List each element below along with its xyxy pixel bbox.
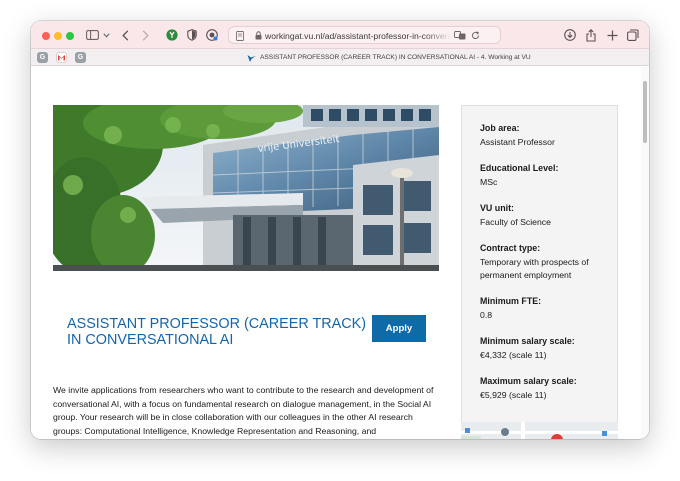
job-title: ASSISTANT PROFESSOR (CAREER TRACK) IN CO… [67, 316, 367, 348]
minimum-fte-label: Minimum FTE: [480, 296, 542, 306]
address-bar[interactable]: workingat.vu.nl/ad/assistant-professor-i… [228, 26, 501, 44]
reload-icon[interactable] [469, 29, 481, 42]
tab-bar: G G ASSISTANT PROFESSOR (CAREER TRACK) I… [31, 49, 649, 66]
back-arrow-icon[interactable] [119, 27, 131, 43]
sidebar-toggle-icon[interactable] [85, 27, 99, 43]
browser-window: workingat.vu.nl/ad/assistant-professor-i… [31, 21, 649, 439]
share-icon[interactable] [584, 27, 598, 43]
minimum-salary-value: €4,332 (scale 11) [480, 350, 547, 360]
privacy-report-icon[interactable] [205, 27, 219, 43]
close-window-button[interactable] [42, 32, 50, 40]
minimize-window-button[interactable] [54, 32, 62, 40]
new-tab-plus-icon[interactable] [605, 27, 619, 43]
education-level-label: Educational Level: [480, 163, 559, 173]
contract-type-label: Contract type: [480, 243, 541, 253]
contract-type-value: Temporary with prospects of permanent em… [480, 257, 589, 280]
vu-griffin-icon [247, 54, 256, 62]
job-area-label: Job area: [480, 123, 520, 133]
tab-overview-icon[interactable] [626, 27, 640, 43]
scrollbar[interactable] [641, 67, 649, 439]
vu-unit-value: Faculty of Science [480, 217, 551, 227]
job-intro-text: We invite applications from researchers … [53, 385, 434, 436]
location-map[interactable] [461, 422, 618, 439]
extension-icon[interactable] [165, 27, 179, 43]
pinned-tab-google[interactable]: G [37, 52, 48, 63]
hero-image: vrije Universiteit [53, 105, 439, 271]
tab-title: ASSISTANT PROFESSOR (CAREER TRACK) IN CO… [260, 54, 531, 61]
translate-icon[interactable] [453, 29, 467, 42]
browser-toolbar: workingat.vu.nl/ad/assistant-professor-i… [31, 21, 649, 49]
chevron-down-icon[interactable] [101, 27, 111, 43]
maximum-salary-value: €5,929 (scale 11) [480, 390, 547, 400]
active-tab[interactable]: ASSISTANT PROFESSOR (CAREER TRACK) IN CO… [247, 53, 531, 63]
shield-icon[interactable] [185, 27, 199, 43]
url-text[interactable]: workingat.vu.nl/ad/assistant-professor-i… [265, 30, 451, 42]
vu-unit-label: VU unit: [480, 203, 515, 213]
pinned-tab-google-2[interactable]: G [75, 52, 86, 63]
minimum-fte-value: 0.8 [480, 310, 493, 320]
pinned-tab-mail[interactable] [56, 52, 67, 63]
lock-icon [254, 30, 263, 41]
scrollbar-thumb[interactable] [643, 81, 647, 143]
job-area-value: Assistant Professor [480, 137, 555, 147]
download-icon[interactable] [563, 27, 577, 43]
page-icon [235, 30, 245, 41]
forward-arrow-icon[interactable] [139, 27, 151, 43]
zoom-window-button[interactable] [66, 32, 74, 40]
job-details-panel: Job area: Assistant Professor Educationa… [461, 105, 618, 439]
education-level-value: MSc [480, 177, 498, 187]
map-marker-icon [501, 428, 509, 436]
minimum-salary-label: Minimum salary scale: [480, 336, 575, 346]
maximum-salary-label: Maximum salary scale: [480, 376, 577, 386]
apply-button[interactable]: Apply [372, 315, 426, 342]
page-content: vrije Universiteit ASSISTANT PROFESSOR (… [31, 67, 649, 439]
